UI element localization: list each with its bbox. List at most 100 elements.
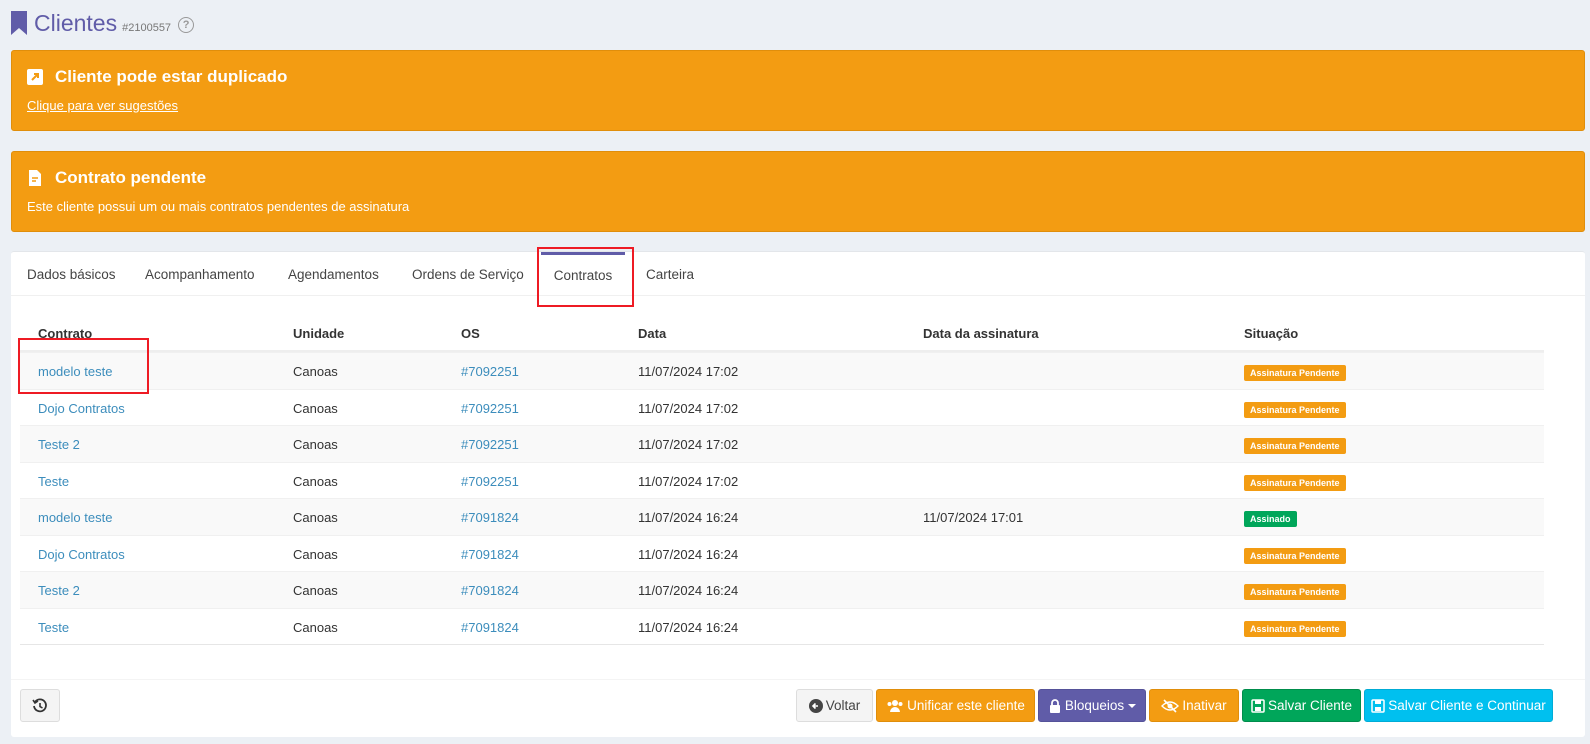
- client-id: #2100557: [122, 21, 172, 34]
- date-cell: 11/07/2024 16:24: [638, 583, 739, 598]
- inativar-label: Inativar: [1182, 698, 1227, 713]
- status-badge: Assinado: [1244, 511, 1297, 527]
- table-row: Dojo Contratos Canoas #7092251 11/07/2024 1…: [20, 388, 1544, 426]
- header-unidade: Unidade: [293, 326, 345, 341]
- os-link[interactable]: #7092251: [461, 401, 519, 416]
- save-icon: [1371, 698, 1385, 713]
- unit-cell: Canoas: [293, 473, 338, 489]
- help-icon[interactable]: ?: [178, 17, 195, 33]
- contract-link[interactable]: Teste: [38, 474, 69, 489]
- os-link[interactable]: #7092251: [461, 474, 519, 489]
- arrow-circle-left-icon: [808, 698, 823, 713]
- header-os: OS: [461, 326, 480, 341]
- external-link-icon: [27, 69, 43, 85]
- salvar-button[interactable]: Salvar Cliente: [1242, 689, 1361, 722]
- tab-bar: Dados básicos Acompanhamento Agendamento…: [11, 252, 1585, 296]
- date-cell: 11/07/2024 17:02: [638, 364, 739, 379]
- unit-cell: Canoas: [293, 583, 338, 598]
- table-row: modelo teste Canoas #7092251 11/07/2024 17:…: [20, 352, 1544, 389]
- contract-link[interactable]: modelo teste: [38, 510, 112, 525]
- pending-contract-alert: Contrato pendente Este cliente possui um…: [11, 151, 1585, 232]
- unit-cell: Canoas: [293, 619, 338, 635]
- table-row: Teste 2 Canoas #7092251 11/07/2024 17:02 Ass…: [20, 425, 1544, 462]
- bloqueios-dropdown[interactable]: Bloqueios: [1038, 689, 1146, 722]
- date-cell: 11/07/2024 16:24: [638, 619, 739, 635]
- status-badge: Assinatura Pendente: [1244, 438, 1346, 454]
- unificar-button[interactable]: Unificar este cliente: [876, 689, 1035, 722]
- client-panel: Dados básicos Acompanhamento Agendamento…: [11, 247, 1585, 737]
- alert-title: Contrato pendente: [55, 168, 207, 187]
- table-row: Dojo Contratos Canoas #7091824 11/07/2024 1…: [20, 534, 1544, 572]
- table-body: modelo teste Canoas #7092251 11/07/2024 17:…: [20, 352, 1544, 644]
- header-data: Data: [638, 326, 667, 341]
- os-link[interactable]: #7091824: [461, 583, 519, 598]
- tab-agendamentos[interactable]: Agendamentos: [288, 252, 379, 296]
- table-row: modelo teste Canoas #7091824 11/07/2024 16:…: [20, 498, 1544, 535]
- salvar-continuar-button[interactable]: Salvar Cliente e Continuar: [1364, 689, 1553, 722]
- contracts-table: Contrato Unidade OS Data Data da assinat…: [20, 316, 1544, 645]
- tab-acompanhamento[interactable]: Acompanhamento: [145, 252, 255, 296]
- users-icon: [887, 699, 903, 712]
- unit-cell: Canoas: [293, 510, 338, 525]
- bookmark-icon: [11, 11, 27, 35]
- file-contract-icon: [29, 170, 41, 186]
- lock-icon: [1049, 698, 1060, 713]
- page-title: Clientes: [34, 9, 118, 36]
- unificar-label: Unificar este cliente: [907, 698, 1025, 713]
- status-badge: Assinatura Pendente: [1244, 584, 1346, 600]
- table-header: Contrato Unidade OS Data Data da assinat…: [20, 316, 1544, 352]
- history-icon: [32, 697, 47, 712]
- footer-divider: [11, 679, 1585, 680]
- tab-dados-basicos[interactable]: Dados básicos: [27, 252, 116, 296]
- alert-title: Cliente pode estar duplicado: [55, 67, 288, 86]
- unit-cell: Canoas: [293, 364, 338, 379]
- date-cell: 11/07/2024 16:24: [638, 546, 739, 562]
- voltar-button[interactable]: Voltar: [796, 689, 873, 722]
- history-button[interactable]: [20, 689, 60, 722]
- highlight-box-row: [18, 338, 149, 394]
- page-header: Clientes #2100557 ?: [10, 8, 195, 38]
- contract-link[interactable]: Teste 2: [38, 583, 80, 598]
- salvar-continuar-label: Salvar Cliente e Continuar: [1388, 698, 1546, 713]
- status-badge: Assinatura Pendente: [1244, 547, 1346, 564]
- status-badge: Assinatura Pendente: [1244, 401, 1346, 418]
- unit-cell: Canoas: [293, 400, 338, 416]
- date-cell: 11/07/2024 17:02: [638, 400, 739, 416]
- signature-date-cell: 11/07/2024 17:01: [923, 510, 1024, 525]
- status-badge: Assinatura Pendente: [1244, 365, 1346, 381]
- voltar-label: Voltar: [825, 698, 861, 713]
- date-cell: 11/07/2024 17:02: [638, 473, 739, 489]
- table-row: Teste 2 Canoas #7091824 11/07/2024 16:24 Ass…: [20, 571, 1544, 608]
- contract-link[interactable]: Teste: [38, 620, 69, 635]
- unit-cell: Canoas: [293, 437, 338, 452]
- contract-link[interactable]: Dojo Contratos: [38, 401, 125, 416]
- os-link[interactable]: #7092251: [461, 437, 519, 452]
- header-situacao: Situação: [1244, 326, 1299, 341]
- date-cell: 11/07/2024 17:02: [638, 437, 739, 452]
- contract-link[interactable]: Teste 2: [38, 437, 80, 452]
- tab-carteira[interactable]: Carteira: [646, 252, 694, 296]
- eye-slash-icon: [1161, 698, 1180, 713]
- status-badge: Assinatura Pendente: [1244, 620, 1346, 637]
- unit-cell: Canoas: [293, 546, 338, 562]
- contract-link[interactable]: Dojo Contratos: [38, 547, 125, 562]
- table-row: Teste Canoas #7092251 11/07/2024 17:02 Assin…: [20, 461, 1544, 499]
- os-link[interactable]: #7092251: [461, 364, 519, 379]
- table-row: Teste Canoas #7091824 11/07/2024 16:24 Assin…: [20, 607, 1544, 645]
- chevron-down-icon: [1128, 703, 1137, 708]
- salvar-label: Salvar Cliente: [1267, 698, 1353, 713]
- os-link[interactable]: #7091824: [461, 620, 519, 635]
- status-badge: Assinatura Pendente: [1244, 474, 1346, 491]
- inativar-button[interactable]: Inativar: [1149, 689, 1239, 722]
- highlight-box-tab: [537, 247, 634, 307]
- duplicate-alert: Cliente pode estar duplicado Clique para…: [11, 50, 1585, 131]
- os-link[interactable]: #7091824: [461, 547, 519, 562]
- header-data-assinatura: Data da assinatura: [923, 326, 1039, 341]
- bloqueios-label: Bloqueios: [1064, 698, 1125, 713]
- alert-text: Este cliente possui um ou mais contratos…: [27, 199, 410, 214]
- tab-ordens-de-servico[interactable]: Ordens de Serviço: [412, 252, 524, 296]
- save-icon: [1251, 698, 1265, 713]
- see-suggestions-link[interactable]: Clique para ver sugestões: [27, 98, 178, 113]
- os-link[interactable]: #7091824: [461, 510, 519, 525]
- date-cell: 11/07/2024 16:24: [638, 510, 739, 525]
